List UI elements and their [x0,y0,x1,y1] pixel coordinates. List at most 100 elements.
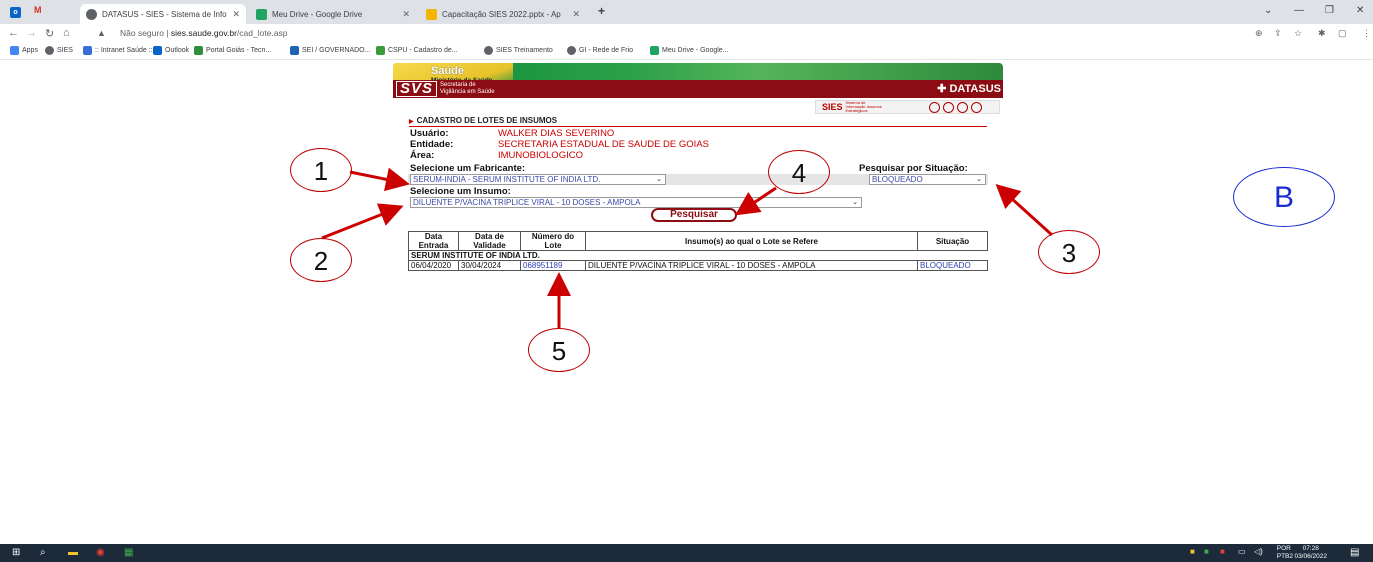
reload-icon[interactable]: ↻ [45,27,54,40]
slides-icon [426,8,437,20]
callout-1: 1 [290,148,352,192]
outlook-pinned-icon[interactable]: o [10,6,21,18]
print-circle-icon[interactable] [970,101,982,113]
situacao-label: Pesquisar por Situação: [859,163,968,174]
home-icon[interactable]: ⌂ [63,27,70,39]
address-bar: ← → ↻ ⌂ ▲ Não seguro | sies.saude.gov.br… [0,24,1373,44]
tab-search-icon[interactable]: ⌄ [1264,5,1272,16]
chevron-down-icon: ⌄ [852,199,858,206]
fabricante-label: Selecione um Fabricante: [410,163,526,174]
situacao-select[interactable]: BLOQUEADO ⌄ [869,174,986,185]
menu-icon[interactable]: ⋮ [1362,28,1371,39]
chrome-icon[interactable]: ◉ [96,547,105,558]
minimize-icon[interactable]: — [1294,5,1304,16]
usuario-label: Usuário: [410,128,449,139]
callout-4: 4 [768,150,830,194]
callout-3: 3 [1038,230,1100,274]
globe-circle-icon[interactable] [956,101,968,113]
bookmark-meu-drive[interactable]: Meu Drive - Google... [650,46,729,55]
close-icon[interactable]: ✕ [402,9,410,20]
usuario-value: WALKER DIAS SEVERINO [498,128,615,139]
clock[interactable]: 07:28 03/06/2022 [1294,545,1327,561]
close-icon[interactable]: ✕ [232,9,240,20]
header-numero-lote: Número do Lote [520,231,586,251]
url-host: sies.saude.gov.br [170,28,237,38]
bookmark-portal-goias[interactable]: Portal Goiás - Tecn... [194,46,271,55]
callout-2: 2 [290,238,352,282]
google-drive-icon [256,8,267,20]
warning-icon[interactable]: ▲ [97,28,106,38]
badge-b: B [1233,167,1335,227]
sies-logo-bar: SIES Sistema de Informação Insumos Estra… [815,100,1000,114]
bookmark-rede-frio[interactable]: GI - Rede de Frio [567,46,633,55]
sidepanel-icon[interactable]: ▢ [1338,28,1347,39]
lote-link[interactable]: 068951189 [520,260,586,271]
insumo-select[interactable]: DILUENTE P/VACINA TRIPLICE VIRAL - 10 DO… [410,197,862,208]
volume-icon[interactable]: ◁) [1254,547,1263,556]
screen: o M DATASUS - SIES - Sistema de Info ✕ M… [0,0,1373,562]
tab-meu-drive[interactable]: Meu Drive - Google Drive ✕ [250,4,416,24]
url-path: /cad_lote.asp [236,28,288,38]
url-field[interactable]: Não seguro | sies.saude.gov.br/cad_lote.… [120,28,287,38]
fabricante-select[interactable]: SERUM-INDIA - SERUM INSTITUTE OF INDIA L… [410,174,666,185]
arrow-2 [321,203,404,240]
bookmark-intranet[interactable]: :: Intranet Saúde :: [83,46,153,55]
network-icon[interactable]: ▭ [1238,547,1246,556]
restore-icon[interactable]: ❐ [1325,5,1334,16]
star-icon[interactable]: ☆ [1294,28,1302,39]
bookmark-sei[interactable]: SEI / GOVERNADO... [290,46,370,55]
tab-label: Capacitação SIES 2022.pptx - Ap [442,9,561,19]
windows-start-icon[interactable]: ⊞ [12,547,20,558]
insumo-label: Selecione um Insumo: [410,186,511,197]
close-icon[interactable]: ✕ [572,9,580,20]
bookmark-outlook[interactable]: Outlook [153,46,189,55]
cell-data-validade: 30/04/2024 [458,260,521,271]
google-drive-icon [650,46,659,55]
search-icon[interactable]: ⌕ [40,547,46,558]
cell-data-entrada: 06/04/2020 [408,260,459,271]
header-data-validade: Data de Validade [458,231,521,251]
page-content: Saúde Ministério da Saúde SVS Secretaria… [0,60,1373,544]
notifications-icon[interactable]: ▤ [1350,547,1359,558]
forward-icon[interactable]: → [26,27,37,39]
browser-tabstrip: o M DATASUS - SIES - Sistema de Info ✕ M… [0,0,1373,24]
nav-circle-icon[interactable] [928,101,940,113]
share-icon[interactable]: ⇪ [1274,28,1282,39]
file-explorer-icon[interactable]: ▬ [68,547,78,558]
gmail-pinned-icon[interactable]: M [34,5,42,15]
bookmark-cspu[interactable]: CSPU - Cadastro de... [376,46,458,55]
entidade-value: SECRETARIA ESTADUAL DE SAUDE DE GOIAS [498,139,709,150]
globe-icon [86,8,97,20]
extensions-icon[interactable]: ✱ [1318,28,1326,39]
table-header-row: Data Entrada Data de Validade Número do … [408,231,988,251]
sies-subtitle: Sistema de Informação Insumos Estratégic… [845,100,882,113]
taskbar: ⊞ ⌕ ▬ ◉ ▦ ■ ■ ■ ▭ ◁) POR PTB2 07:28 03/06/… [0,544,1373,562]
tray-icon[interactable]: ■ [1190,547,1195,556]
bookmark-sies-treinamento[interactable]: SIES Treinamento [484,46,553,55]
svs-subtitle: Secretaria de Vigilância em Saúde [440,82,495,95]
bookmark-apps[interactable]: Apps [10,46,38,55]
sei-icon [290,46,299,55]
zoom-icon[interactable]: ⊕ [1255,28,1263,39]
table-row: 06/04/2020 30/04/2024 068951189 DILUENTE… [408,260,988,271]
not-secure-label: Não seguro [120,28,164,38]
help-circle-icon[interactable] [942,101,954,113]
bookmark-sies[interactable]: SIES [45,46,73,55]
tray-icon[interactable]: ■ [1220,547,1225,556]
back-icon[interactable]: ← [8,27,19,39]
outlook-icon [153,46,162,55]
language-indicator[interactable]: POR PTB2 [1277,545,1293,561]
excel-icon[interactable]: ▦ [124,547,133,558]
close-window-icon[interactable]: ✕ [1356,5,1364,16]
situacao-link[interactable]: BLOQUEADO [917,260,988,271]
tab-capacitacao[interactable]: Capacitação SIES 2022.pptx - Ap ✕ [420,4,586,24]
lotes-table: Data Entrada Data de Validade Número do … [408,231,988,271]
globe-icon [45,46,54,55]
manufacturer-group: SERUM INSTITUTE OF INDIA LTD. [408,250,988,261]
tray-icon[interactable]: ■ [1204,547,1209,556]
pesquisar-button[interactable]: Pesquisar [651,208,737,222]
page-title: ▶ CADASTRO DE LOTES DE INSUMOS [409,116,558,125]
tab-datasus[interactable]: DATASUS - SIES - Sistema de Info ✕ [80,4,246,24]
new-tab-button[interactable]: + [598,4,605,18]
intranet-icon [83,46,92,55]
